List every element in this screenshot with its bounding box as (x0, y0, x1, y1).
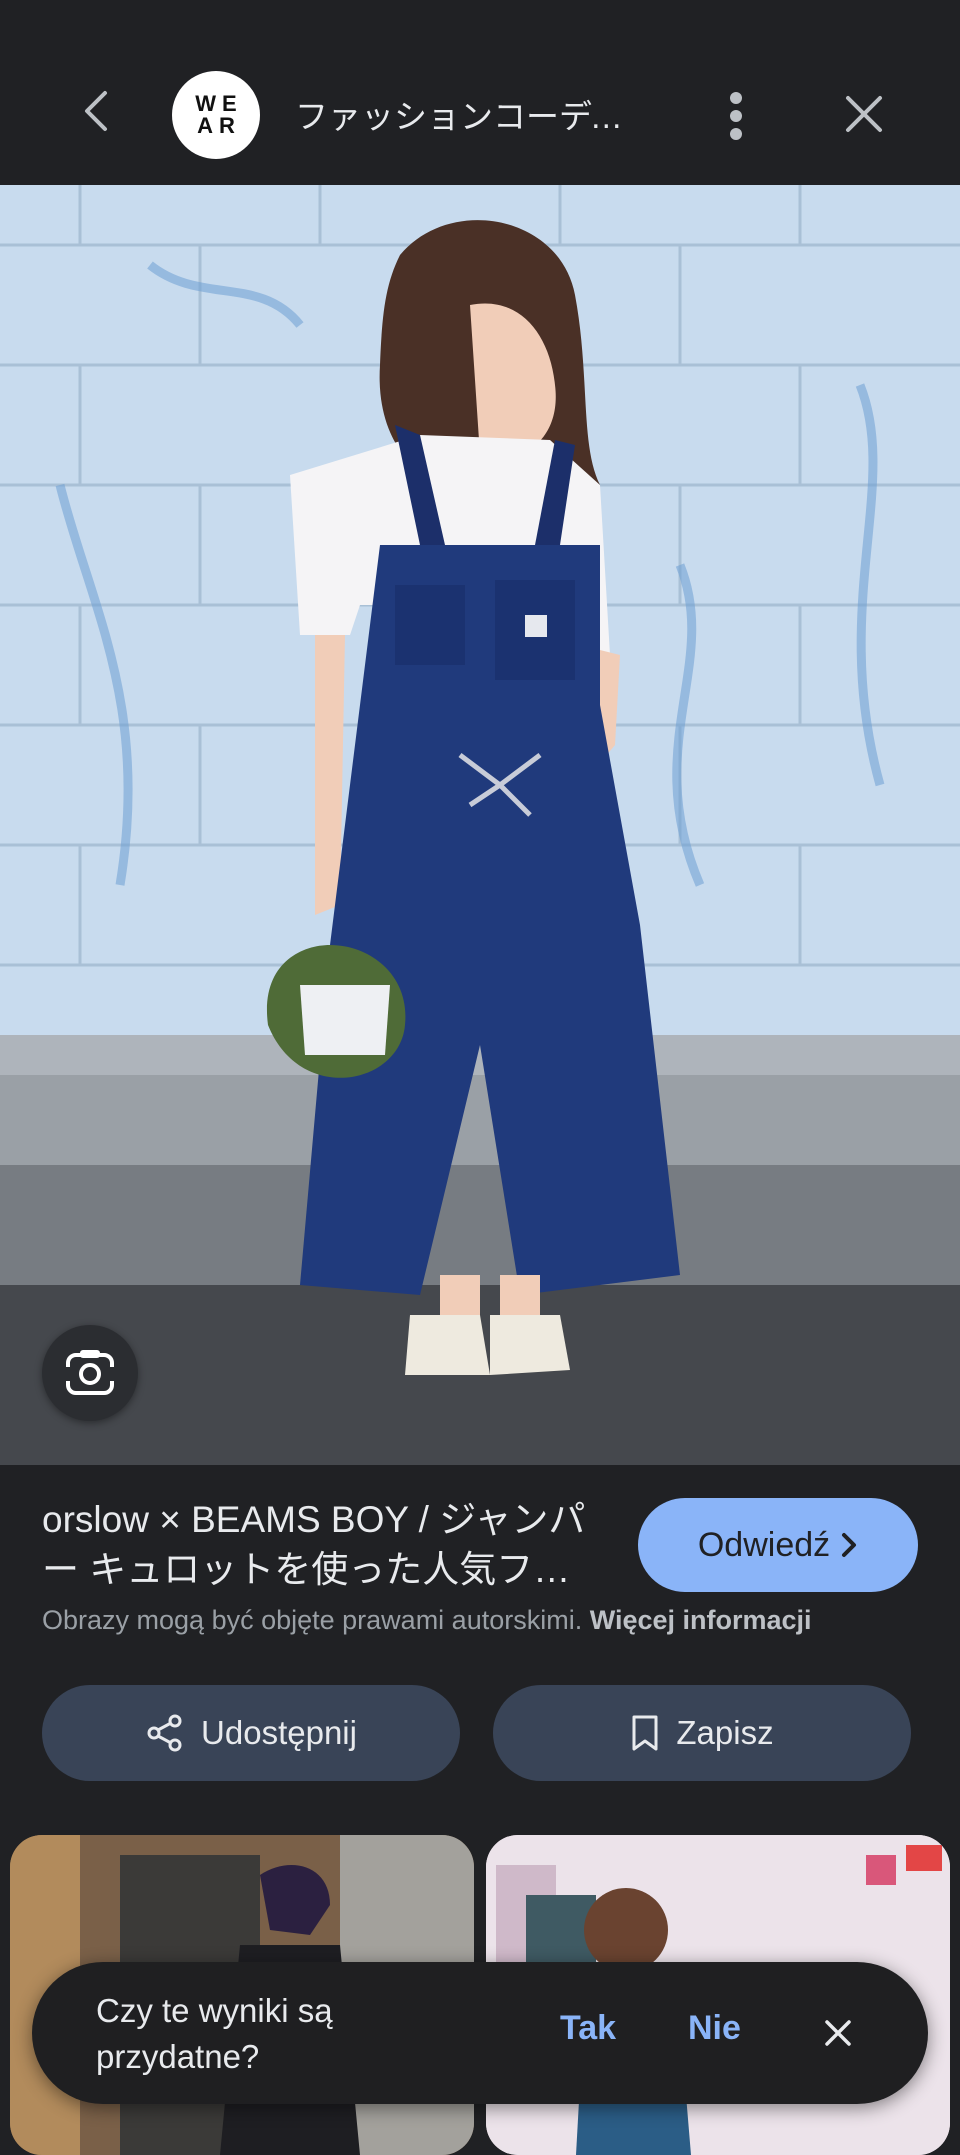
share-button[interactable]: Udostępnij (42, 1685, 460, 1781)
result-title[interactable]: orslow × BEAMS BOY / ジャンパー キュロットを使った人気フ… (42, 1495, 602, 1595)
share-icon (147, 1714, 182, 1752)
more-options-button[interactable] (714, 86, 758, 146)
site-title[interactable]: ファッションコーディ… (295, 90, 655, 138)
visit-button-label: Odwiedź (697, 1525, 831, 1564)
feedback-close-button[interactable] (812, 2007, 864, 2059)
lens-icon (64, 1350, 116, 1395)
copyright-notice: Obrazy mogą być objęte prawami autorskim… (42, 1605, 922, 1636)
close-button[interactable] (838, 88, 890, 140)
share-button-label: Udostępnij (201, 1714, 357, 1751)
save-button-label: Zapisz (676, 1714, 774, 1751)
feedback-yes-button[interactable]: Tak (560, 2009, 616, 2048)
lens-search-button[interactable] (42, 1325, 138, 1421)
back-arrow-icon (85, 91, 107, 131)
site-logo[interactable]: WE AR (172, 71, 260, 159)
main-image[interactable] (0, 185, 960, 1465)
close-icon (825, 2020, 851, 2046)
copyright-text: Obrazy mogą być objęte prawami autorskim… (42, 1605, 583, 1635)
back-button[interactable] (70, 85, 122, 137)
close-icon (846, 96, 882, 132)
bookmark-icon (632, 1715, 658, 1751)
top-bar: WE AR ファッションコーディ… (0, 0, 960, 185)
save-button[interactable]: Zapisz (493, 1685, 911, 1781)
feedback-question: Czy te wyniki są przydatne? (96, 1992, 333, 2075)
more-info-link[interactable]: Więcej informacji (590, 1605, 812, 1635)
site-logo-text: WE AR (195, 91, 243, 138)
more-vert-icon (730, 92, 742, 140)
feedback-no-button[interactable]: Nie (688, 2009, 741, 2048)
outfit-photo (0, 185, 960, 1465)
chevron-right-icon (842, 1533, 857, 1557)
feedback-card: Czy te wyniki są przydatne? Tak Nie (32, 1962, 928, 2104)
visit-button[interactable]: Odwiedź (638, 1498, 918, 1592)
